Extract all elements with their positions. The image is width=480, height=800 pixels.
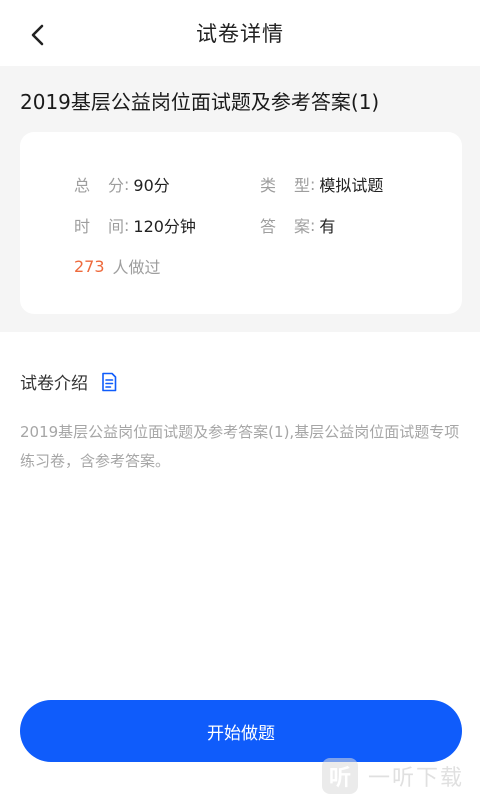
label-char: 类 xyxy=(260,176,277,195)
answer-row: 答 案 : 有 xyxy=(260,213,335,237)
paper-title: 2019基层公益岗位面试题及参考答案(1) xyxy=(20,90,380,114)
label-char: 总 xyxy=(74,176,91,195)
colon: : xyxy=(124,215,130,235)
time-value: 120分钟 xyxy=(133,217,196,236)
type-value: 模拟试题 xyxy=(319,176,384,195)
intro-description: 2019基层公益岗位面试题及参考答案(1),基层公益岗位面试题专项练习卷，含参考… xyxy=(20,423,460,470)
info-card: 总 分 : 90分 类 型 : 模拟试题 时 间 : 120分钟 答 案 : 有… xyxy=(20,132,462,314)
watermark: 听 一听下载 xyxy=(322,758,464,794)
participants-row: 273 人做过 xyxy=(74,254,161,278)
total-score-row: 总 分 : 90分 xyxy=(74,172,170,196)
total-score-label: 总 分 xyxy=(74,172,124,196)
watermark-logo-icon: 听 xyxy=(322,758,358,794)
label-char: 分 xyxy=(107,176,124,195)
intro-heading: 试卷介绍 xyxy=(20,374,88,394)
label-char: 时 xyxy=(74,217,91,236)
type-label: 类 型 xyxy=(260,172,310,196)
back-button[interactable] xyxy=(22,19,54,51)
watermark-text: 一听下载 xyxy=(368,766,465,791)
start-quiz-button[interactable]: 开始做题 xyxy=(20,700,462,762)
participants-suffix: 人做过 xyxy=(112,258,161,277)
chevron-left-icon xyxy=(31,24,44,46)
total-score-value: 90分 xyxy=(133,176,170,195)
colon: : xyxy=(310,215,316,235)
answer-label: 答 案 xyxy=(260,213,310,237)
document-icon xyxy=(100,372,118,392)
page-title: 试卷详情 xyxy=(196,22,284,46)
time-label: 时 间 xyxy=(74,213,124,237)
type-row: 类 型 : 模拟试题 xyxy=(260,172,383,196)
participants-count: 273 xyxy=(74,256,105,276)
answer-value: 有 xyxy=(319,217,336,236)
label-char: 答 xyxy=(260,217,277,236)
colon: : xyxy=(310,174,316,194)
label-char: 案 xyxy=(293,217,310,236)
label-char: 间 xyxy=(107,217,124,236)
colon: : xyxy=(124,174,130,194)
nav-bar: 试卷详情 xyxy=(0,0,480,66)
time-row: 时 间 : 120分钟 xyxy=(74,213,196,237)
label-char: 型 xyxy=(293,176,310,195)
intro-heading-row: 试卷介绍 xyxy=(20,369,118,394)
